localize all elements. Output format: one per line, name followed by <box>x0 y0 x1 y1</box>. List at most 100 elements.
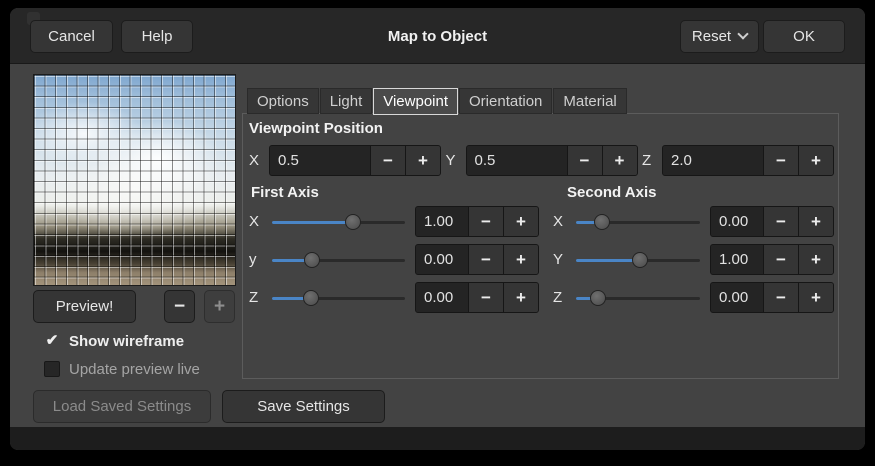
chevron-down-icon <box>737 28 748 39</box>
show-wireframe-checkbox[interactable]: ✔ <box>44 333 60 349</box>
second-axis-z-decrement-button[interactable]: − <box>763 283 798 312</box>
viewpoint-x-input[interactable]: 0.5 <box>270 146 370 175</box>
second-axis-title: Second Axis <box>567 184 656 201</box>
viewpoint-y-label: Y <box>446 152 460 169</box>
viewpoint-position-row: X 0.5 − + Y 0.5 − + Z <box>249 145 834 176</box>
viewpoint-z-spinner: 2.0 − + <box>662 145 834 176</box>
viewpoint-x-group: X 0.5 − + <box>249 145 441 176</box>
first-axis-y-row: y 0.00 − + <box>249 244 539 275</box>
second-axis-x-decrement-button[interactable]: − <box>763 207 798 236</box>
plus-icon: + <box>214 296 225 318</box>
first-axis-x-input[interactable]: 1.00 <box>416 207 468 236</box>
map-to-object-dialog: Map to Object Cancel Help Reset OK Previ… <box>10 8 865 450</box>
slider-fill <box>576 259 640 262</box>
slider-thumb[interactable] <box>594 214 610 230</box>
second-axis-y-increment-button[interactable]: + <box>798 245 833 274</box>
second-axis-z-spinner: 0.00 − + <box>710 282 834 313</box>
zoom-in-button[interactable]: + <box>204 290 235 323</box>
ok-button[interactable]: OK <box>763 20 845 53</box>
update-preview-row: Update preview live <box>44 360 200 378</box>
second-axis-x-row: X 0.00 − + <box>553 206 834 237</box>
second-axis-z-slider[interactable] <box>576 283 700 313</box>
first-axis-y-slider[interactable] <box>272 245 405 275</box>
second-axis-y-row: Y 1.00 − + <box>553 244 834 275</box>
second-axis-x-input[interactable]: 0.00 <box>711 207 763 236</box>
first-axis-z-input[interactable]: 0.00 <box>416 283 468 312</box>
first-axis-z-row: Z 0.00 − + <box>249 282 539 313</box>
first-axis-x-spinner: 1.00 − + <box>415 206 539 237</box>
second-axis-x-slider[interactable] <box>576 207 700 237</box>
preview-button[interactable]: Preview! <box>33 290 136 323</box>
cancel-button[interactable]: Cancel <box>30 20 113 53</box>
viewpoint-x-label: X <box>249 152 263 169</box>
tab-orientation[interactable]: Orientation <box>459 88 552 114</box>
reset-label: Reset <box>692 28 731 45</box>
show-wireframe-label: Show wireframe <box>69 333 184 350</box>
update-preview-label: Update preview live <box>69 361 200 378</box>
first-axis-z-spinner: 0.00 − + <box>415 282 539 313</box>
axes-grid: X 1.00 − + X <box>249 206 834 313</box>
viewpoint-panel: Viewpoint Position X 0.5 − + Y 0.5 − + <box>242 113 839 379</box>
viewpoint-y-input[interactable]: 0.5 <box>467 146 567 175</box>
load-saved-settings-button[interactable]: Load Saved Settings <box>33 390 211 423</box>
first-axis-z-increment-button[interactable]: + <box>503 283 538 312</box>
second-axis-x-label: X <box>553 213 566 230</box>
update-preview-checkbox[interactable] <box>44 361 60 377</box>
slider-thumb[interactable] <box>345 214 361 230</box>
first-axis-x-increment-button[interactable]: + <box>503 207 538 236</box>
dialog-header: Map to Object Cancel Help Reset OK <box>10 8 865 64</box>
viewpoint-z-label: Z <box>642 152 656 169</box>
viewpoint-x-spinner: 0.5 − + <box>269 145 441 176</box>
first-axis-title: First Axis <box>251 184 319 201</box>
help-button[interactable]: Help <box>121 20 193 53</box>
first-axis-x-slider[interactable] <box>272 207 405 237</box>
preview-image <box>33 74 236 286</box>
viewpoint-position-title: Viewpoint Position <box>249 120 383 137</box>
first-axis-z-slider[interactable] <box>272 283 405 313</box>
save-settings-button[interactable]: Save Settings <box>222 390 385 423</box>
screen: Map to Object Cancel Help Reset OK Previ… <box>0 0 875 466</box>
slider-fill <box>272 221 353 224</box>
second-axis-y-spinner: 1.00 − + <box>710 244 834 275</box>
second-axis-x-increment-button[interactable]: + <box>798 207 833 236</box>
slider-thumb[interactable] <box>304 252 320 268</box>
reset-button[interactable]: Reset <box>680 20 759 53</box>
viewpoint-x-decrement-button[interactable]: − <box>370 146 405 175</box>
second-axis-y-label: Y <box>553 251 566 268</box>
notebook-tabs: Options Light Viewpoint Orientation Mate… <box>247 88 627 115</box>
slider-thumb[interactable] <box>590 290 606 306</box>
second-axis-z-increment-button[interactable]: + <box>798 283 833 312</box>
minus-icon: − <box>174 296 185 318</box>
first-axis-y-spinner: 0.00 − + <box>415 244 539 275</box>
first-axis-z-decrement-button[interactable]: − <box>468 283 503 312</box>
first-axis-z-label: Z <box>249 289 262 306</box>
viewpoint-y-increment-button[interactable]: + <box>602 146 637 175</box>
first-axis-y-decrement-button[interactable]: − <box>468 245 503 274</box>
second-axis-y-input[interactable]: 1.00 <box>711 245 763 274</box>
first-axis-x-label: X <box>249 213 262 230</box>
first-axis-x-decrement-button[interactable]: − <box>468 207 503 236</box>
tab-light[interactable]: Light <box>320 88 373 114</box>
tab-viewpoint[interactable]: Viewpoint <box>373 88 458 115</box>
window-bottom-edge <box>10 427 865 450</box>
slider-thumb[interactable] <box>632 252 648 268</box>
viewpoint-z-group: Z 2.0 − + <box>642 145 834 176</box>
wireframe-grid-overlay <box>34 75 235 285</box>
viewpoint-z-input[interactable]: 2.0 <box>663 146 763 175</box>
viewpoint-z-increment-button[interactable]: + <box>798 146 833 175</box>
second-axis-y-slider[interactable] <box>576 245 700 275</box>
slider-thumb[interactable] <box>303 290 319 306</box>
viewpoint-y-group: Y 0.5 − + <box>446 145 638 176</box>
first-axis-y-input[interactable]: 0.00 <box>416 245 468 274</box>
viewpoint-z-decrement-button[interactable]: − <box>763 146 798 175</box>
zoom-out-button[interactable]: − <box>164 290 195 323</box>
viewpoint-y-decrement-button[interactable]: − <box>567 146 602 175</box>
tab-options[interactable]: Options <box>247 88 319 114</box>
second-axis-z-input[interactable]: 0.00 <box>711 283 763 312</box>
first-axis-x-row: X 1.00 − + <box>249 206 539 237</box>
viewpoint-x-increment-button[interactable]: + <box>405 146 440 175</box>
second-axis-y-decrement-button[interactable]: − <box>763 245 798 274</box>
tab-material[interactable]: Material <box>553 88 626 114</box>
second-axis-x-spinner: 0.00 − + <box>710 206 834 237</box>
first-axis-y-increment-button[interactable]: + <box>503 245 538 274</box>
